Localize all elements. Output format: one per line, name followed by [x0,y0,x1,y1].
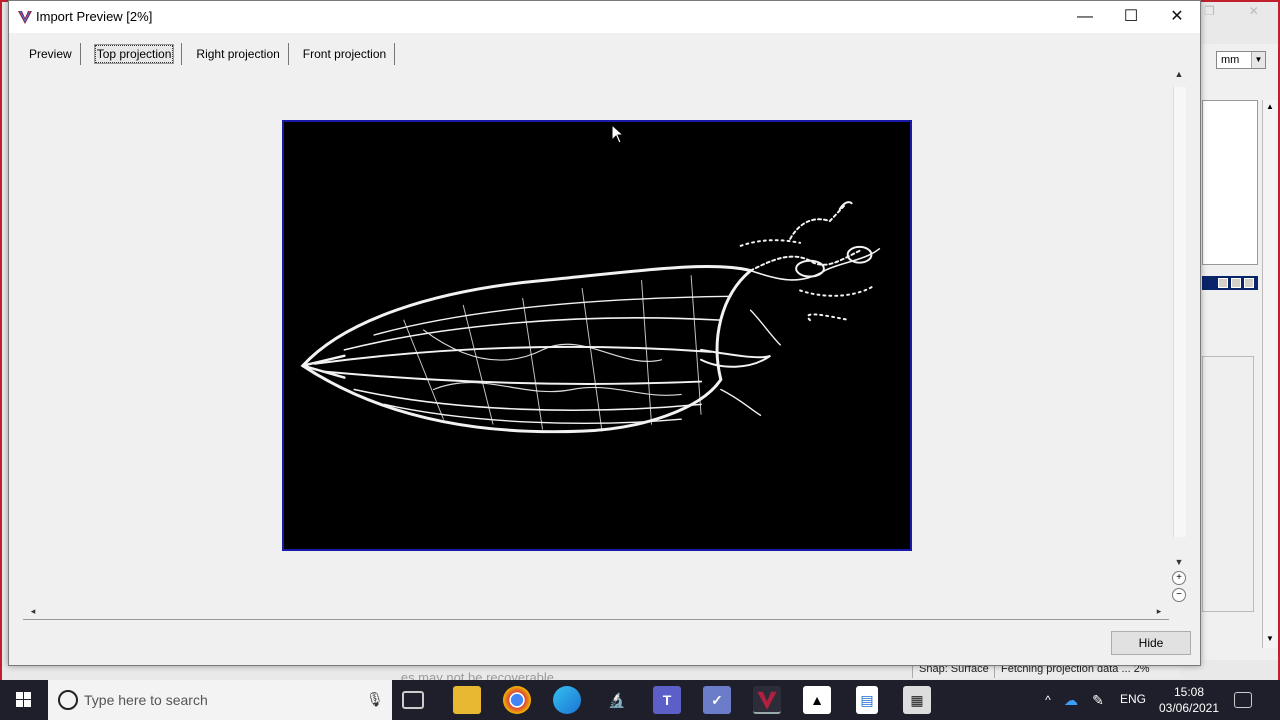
vertical-scrollbar[interactable]: ▲ ▼ [1169,65,1189,577]
mouse-cursor-icon [611,124,625,144]
search-placeholder: Type here to search [84,692,208,708]
chrome-icon[interactable] [503,686,531,714]
background-tool-panel [1202,356,1254,612]
checkmark-app-icon[interactable]: ✓ [703,686,731,714]
photos-icon[interactable]: ▲ [803,686,831,714]
projection-image[interactable] [282,120,912,551]
app-logo-icon [18,10,32,24]
maximize-icon[interactable] [1231,278,1241,288]
projection-tabs: Preview Top projection Right projection … [21,43,401,65]
dialog-title: Import Preview [2%] [36,9,153,24]
close-icon[interactable] [1244,278,1254,288]
microscope-app-icon[interactable]: 🔬 [603,686,631,714]
background-scrollbar[interactable]: ▲ ▼ [1262,100,1278,648]
windows-taskbar: Type here to search 🎙 🔬 T ✓ ▲ ▤ ▦ ^ ☁ ✎ … [0,680,1280,720]
clock[interactable]: 15:08 03/06/2021 [1158,684,1220,716]
zoom-in-icon[interactable]: + [1172,571,1186,585]
chevron-down-icon[interactable]: ▼ [1251,52,1265,68]
calculator-icon[interactable]: ▦ [903,686,931,714]
minimize-icon[interactable] [1218,278,1228,288]
pen-icon[interactable]: ✎ [1084,686,1112,714]
scrollbar-thumb[interactable] [1173,87,1186,537]
scroll-up-icon[interactable]: ▲ [1171,69,1187,79]
close-button[interactable]: ✕ [1154,1,1200,33]
zoom-out-icon[interactable]: − [1172,588,1186,602]
import-preview-dialog: Import Preview [2%] — ☐ ✕ Preview Top pr… [8,0,1201,666]
edge-icon[interactable] [553,686,581,714]
cortana-icon [58,690,78,710]
scroll-down-icon[interactable]: ▼ [1171,557,1187,567]
clock-time: 15:08 [1173,685,1205,699]
minimize-button[interactable]: — [1062,1,1108,33]
tab-right-projection[interactable]: Right projection [188,43,289,65]
scroll-right-icon[interactable]: ▸ [1151,606,1167,617]
projection-viewport[interactable] [21,65,1175,605]
clock-date: 03/06/2021 [1158,701,1220,715]
tab-label: Right projection [196,47,280,61]
start-button[interactable] [0,680,48,720]
tab-label: Preview [29,47,72,61]
notifications-icon[interactable] [1234,692,1252,708]
units-value: mm [1221,54,1240,66]
background-list-panel[interactable] [1202,100,1258,265]
onedrive-icon[interactable]: ☁ [1057,686,1085,714]
scroll-left-icon[interactable]: ◂ [25,606,41,617]
tab-front-projection[interactable]: Front projection [295,43,396,65]
teams-icon[interactable]: T [653,686,681,714]
hide-button[interactable]: Hide [1111,631,1191,655]
windows-logo-icon [16,692,31,707]
file-explorer-icon[interactable] [453,686,481,714]
dialog-titlebar[interactable]: Import Preview [2%] — ☐ ✕ [9,1,1200,33]
tab-top-projection[interactable]: Top projection [87,43,183,65]
horizontal-scrollbar[interactable]: ◂ ▸ [23,604,1169,620]
tab-label: Top projection [93,44,175,64]
ct-scan-projection-icon [300,201,881,434]
v-app-icon[interactable] [753,686,781,714]
taskbar-search[interactable]: Type here to search 🎙 [48,680,392,720]
language-indicator[interactable]: ENG [1120,692,1146,706]
tab-preview[interactable]: Preview [21,43,81,65]
scroll-up-icon[interactable]: ▲ [1266,102,1274,111]
units-dropdown[interactable]: mm ▼ [1216,51,1266,69]
microphone-icon[interactable]: 🎙 [366,691,384,708]
scroll-down-icon[interactable]: ▼ [1266,634,1274,643]
tab-label: Front projection [302,47,387,61]
background-window-controls: ❐ ✕ [1204,4,1259,18]
task-view-icon[interactable] [402,691,424,709]
maximize-button[interactable]: ☐ [1108,1,1154,33]
document-icon[interactable]: ▤ [856,686,878,714]
background-subwindow-titlebar[interactable] [1202,276,1258,290]
